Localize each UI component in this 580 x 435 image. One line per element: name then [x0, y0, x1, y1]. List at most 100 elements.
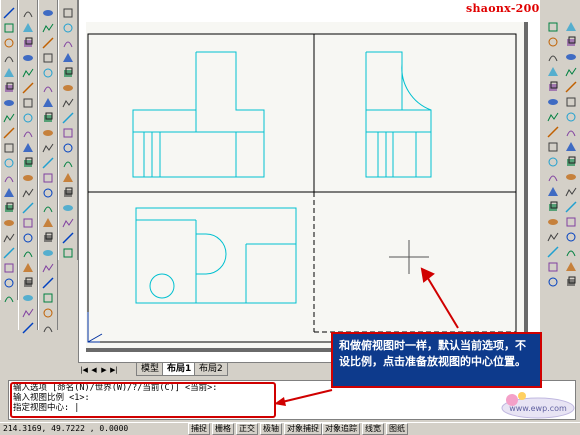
circle-button[interactable] — [546, 110, 560, 124]
point-button[interactable] — [546, 215, 560, 229]
lineweight-toggle[interactable]: 线宽 — [362, 423, 384, 435]
solid-tool-button[interactable] — [21, 261, 35, 275]
ucs-tool-button[interactable] — [61, 36, 75, 50]
modify-tool-button[interactable] — [41, 231, 55, 245]
ucs-tool-button[interactable] — [61, 186, 75, 200]
solid-tool-button[interactable] — [21, 51, 35, 65]
ucs-tool-button[interactable] — [61, 66, 75, 80]
ucs-tool-button[interactable] — [61, 231, 75, 245]
tab-layout2[interactable]: 布局2 — [194, 363, 228, 376]
solid-tool-button[interactable] — [21, 171, 35, 185]
modify-tool-button[interactable] — [41, 186, 55, 200]
modify-tool-button[interactable] — [41, 111, 55, 125]
polyline-button[interactable] — [546, 50, 560, 64]
view-tool-button[interactable] — [2, 156, 16, 170]
polar-toggle[interactable]: 极轴 — [260, 423, 282, 435]
view-tool-button[interactable] — [2, 171, 16, 185]
solid-tool-button[interactable] — [21, 6, 35, 20]
mtext-button[interactable] — [546, 275, 560, 289]
view-tool-button[interactable] — [2, 216, 16, 230]
modify-tool-button[interactable] — [41, 276, 55, 290]
ellipse-button[interactable] — [546, 155, 560, 169]
hatch-button[interactable] — [546, 230, 560, 244]
view-tool-button[interactable] — [2, 21, 16, 35]
view-tool-button[interactable] — [2, 36, 16, 50]
make-block-button[interactable] — [546, 200, 560, 214]
ellipse-arc-button[interactable] — [546, 170, 560, 184]
table-button[interactable] — [546, 260, 560, 274]
region-button[interactable] — [546, 245, 560, 259]
snap-toggle[interactable]: 捕捉 — [188, 423, 210, 435]
solid-tool-button[interactable] — [21, 321, 35, 335]
modify-tool-button[interactable] — [564, 50, 578, 64]
solid-tool-button[interactable] — [21, 186, 35, 200]
solid-tool-button[interactable] — [21, 231, 35, 245]
modify-tool-button[interactable] — [564, 35, 578, 49]
modify-tool-button[interactable] — [41, 216, 55, 230]
view-tool-button[interactable] — [2, 231, 16, 245]
solid-tool-button[interactable] — [21, 156, 35, 170]
modify-tool-button[interactable] — [564, 275, 578, 289]
modify-tool-button[interactable] — [564, 170, 578, 184]
tab-next-arrow[interactable]: ▶ — [100, 365, 108, 375]
ortho-toggle[interactable]: 正交 — [236, 423, 258, 435]
tab-layout1[interactable]: 布局1 — [162, 363, 197, 376]
osnap-toggle[interactable]: 对象捕捉 — [284, 423, 322, 435]
solid-tool-button[interactable] — [21, 246, 35, 260]
view-tool-button[interactable] — [2, 246, 16, 260]
ucs-tool-button[interactable] — [61, 126, 75, 140]
modify-tool-button[interactable] — [41, 201, 55, 215]
modify-tool-button[interactable] — [41, 36, 55, 50]
modify-tool-button[interactable] — [564, 140, 578, 154]
modify-tool-button[interactable] — [564, 110, 578, 124]
modify-tool-button[interactable] — [564, 125, 578, 139]
view-tool-button[interactable] — [2, 291, 16, 305]
ucs-tool-button[interactable] — [61, 6, 75, 20]
spline-button[interactable] — [546, 140, 560, 154]
tab-last-arrow[interactable]: ▶| — [110, 365, 118, 375]
solid-tool-button[interactable] — [21, 216, 35, 230]
ucs-tool-button[interactable] — [61, 216, 75, 230]
ucs-tool-button[interactable] — [61, 81, 75, 95]
solid-tool-button[interactable] — [21, 306, 35, 320]
view-tool-button[interactable] — [2, 276, 16, 290]
construction-line-button[interactable] — [546, 35, 560, 49]
revision-cloud-button[interactable] — [546, 125, 560, 139]
insert-block-button[interactable] — [546, 185, 560, 199]
solid-tool-button[interactable] — [21, 21, 35, 35]
paper-toggle[interactable]: 图纸 — [386, 423, 408, 435]
modify-tool-button[interactable] — [41, 171, 55, 185]
modify-tool-button[interactable] — [41, 126, 55, 140]
otrack-toggle[interactable]: 对象追踪 — [322, 423, 360, 435]
view-tool-button[interactable] — [2, 81, 16, 95]
modify-tool-button[interactable] — [564, 65, 578, 79]
modify-tool-button[interactable] — [564, 200, 578, 214]
solid-tool-button[interactable] — [21, 96, 35, 110]
solid-tool-button[interactable] — [21, 81, 35, 95]
view-tool-button[interactable] — [2, 66, 16, 80]
ucs-tool-button[interactable] — [61, 96, 75, 110]
ucs-tool-button[interactable] — [61, 156, 75, 170]
modify-tool-button[interactable] — [564, 260, 578, 274]
solid-tool-button[interactable] — [21, 66, 35, 80]
modify-tool-button[interactable] — [41, 6, 55, 20]
modify-tool-button[interactable] — [564, 185, 578, 199]
modify-tool-button[interactable] — [564, 20, 578, 34]
line-button[interactable] — [546, 20, 560, 34]
modify-tool-button[interactable] — [564, 80, 578, 94]
modify-tool-button[interactable] — [41, 141, 55, 155]
ucs-tool-button[interactable] — [61, 171, 75, 185]
view-tool-button[interactable] — [2, 141, 16, 155]
view-tool-button[interactable] — [2, 51, 16, 65]
view-tool-button[interactable] — [2, 111, 16, 125]
view-tool-button[interactable] — [2, 201, 16, 215]
tab-first-arrow[interactable]: |◀ — [80, 365, 88, 375]
modify-tool-button[interactable] — [564, 230, 578, 244]
modify-tool-button[interactable] — [41, 81, 55, 95]
modify-tool-button[interactable] — [41, 291, 55, 305]
modify-tool-button[interactable] — [41, 261, 55, 275]
solid-tool-button[interactable] — [21, 291, 35, 305]
solid-tool-button[interactable] — [21, 36, 35, 50]
solid-tool-button[interactable] — [21, 141, 35, 155]
ucs-tool-button[interactable] — [61, 111, 75, 125]
